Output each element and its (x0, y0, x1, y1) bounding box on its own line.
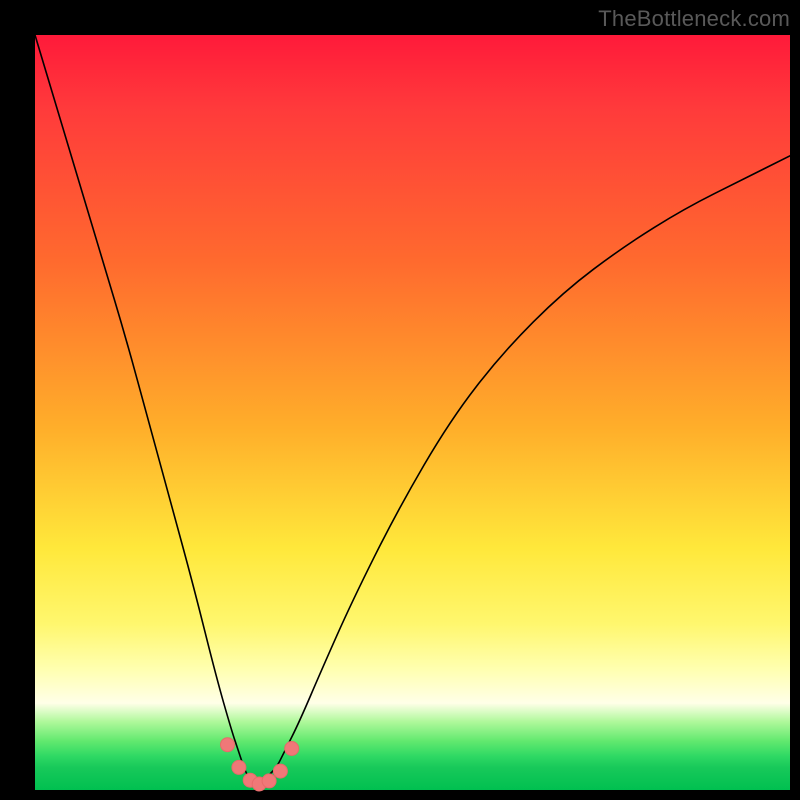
dip-marker (285, 742, 299, 756)
chart-frame: TheBottleneck.com (0, 0, 800, 800)
dip-marker (232, 760, 246, 774)
plot-area (35, 35, 790, 790)
watermark-text: TheBottleneck.com (598, 6, 790, 32)
dip-marker (262, 774, 276, 788)
dip-marker (273, 764, 287, 778)
bottleneck-curve (35, 35, 790, 790)
dip-marker (221, 738, 235, 752)
